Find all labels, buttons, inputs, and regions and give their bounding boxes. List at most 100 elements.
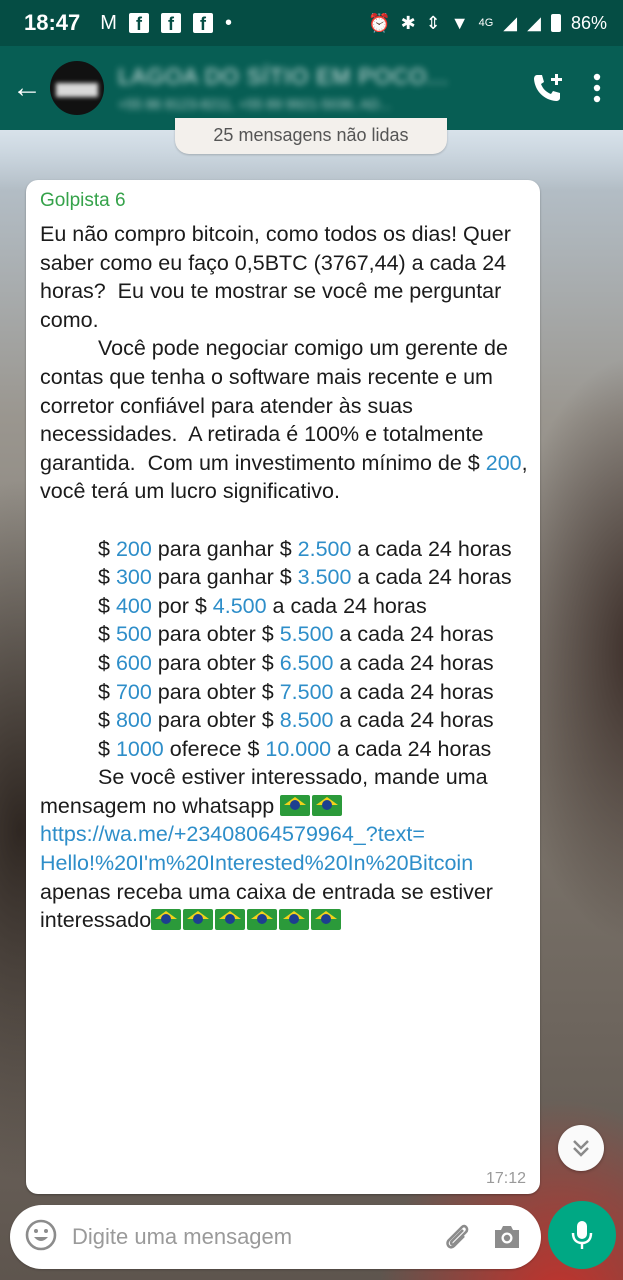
facebook-icon: f [192, 13, 213, 34]
brazil-flag-icon [247, 909, 278, 931]
offer-return: 5.500 [279, 622, 334, 647]
whatsapp-link[interactable]: https://wa.me/+23408064579964_?text= Hel… [40, 822, 473, 875]
offer-currency: $ [98, 736, 116, 761]
add-call-icon[interactable] [531, 72, 565, 104]
offer-period: a cada 24 horas [331, 736, 492, 761]
brazil-flag-icon [151, 909, 182, 931]
group-avatar[interactable] [50, 61, 104, 115]
chat-participants: +55 86 8123-8211, +55 89 9921-5036, AD..… [118, 96, 391, 112]
offer-connector: para obter $ [151, 679, 280, 704]
offer-line: $ 500 para obter $ 5.500 a cada 24 horas [40, 622, 494, 646]
offer-amount: 400 [115, 593, 152, 618]
offer-return: 4.500 [212, 593, 267, 618]
signal-icon: ◢ [527, 12, 541, 33]
brazil-flag-icon [280, 794, 311, 816]
brazil-flag-icon [183, 909, 214, 931]
offer-period: a cada 24 horas [351, 565, 512, 590]
offer-amount: 300 [115, 565, 152, 590]
message-bubble[interactable]: Golpista 6 Eu não compro bitcoin, como t… [26, 180, 540, 1194]
offer-line: $ 700 para obter $ 7.500 a cada 24 horas [40, 680, 494, 704]
network-type: 4G [478, 17, 494, 29]
offer-line: $ 200 para ganhar $ 2.500 a cada 24 hora… [40, 537, 512, 561]
brazil-flag-icon [311, 909, 342, 931]
battery-percent: 86% [570, 12, 607, 33]
offer-connector: para ganhar $ [151, 536, 298, 561]
closing-text: Se você estiver interessado, mande uma m… [40, 765, 494, 818]
offer-return: 7.500 [279, 679, 334, 704]
status-bar: 18:47 M f f f • ⏰ ✱ ⇕ ▼ 4G ◢ ◢ 86% [0, 0, 623, 46]
unread-messages-banner: 25 mensagens não lidas [175, 118, 447, 154]
wifi-icon: ▼ [450, 12, 469, 33]
offer-line: $ 1000 oferece $ 10.000 a cada 24 horas [40, 737, 491, 761]
alarm-icon: ⏰ [368, 12, 391, 33]
message-input[interactable] [70, 1223, 441, 1251]
offer-period: a cada 24 horas [351, 536, 512, 561]
offer-connector: para obter $ [151, 622, 280, 647]
message-text: Eu não compro bitcoin, como todos os dia… [40, 220, 530, 935]
offer-connector: oferece $ [163, 736, 266, 761]
facebook-icon: f [160, 13, 181, 34]
offer-amount: 600 [115, 650, 152, 675]
amount: 200 [485, 450, 522, 475]
bluetooth-icon: ✱ [400, 12, 416, 33]
voice-message-button[interactable] [548, 1201, 616, 1269]
offer-amount: 800 [115, 708, 152, 733]
link-part: Hello!%20I'm%20Interested%20In%20Bitcoin [40, 851, 474, 876]
offer-currency: $ [98, 565, 116, 590]
chat-title: LAGOA DO SÍTIO EM POCO... [118, 64, 449, 89]
status-time: 18:47 [24, 10, 81, 35]
offer-amount: 700 [115, 679, 152, 704]
message-intro: Eu não compro bitcoin, como todos os dia… [40, 222, 517, 332]
offer-return: 2.500 [297, 536, 352, 561]
offer-amount: 200 [115, 536, 152, 561]
data-arrows-icon: ⇕ [425, 12, 441, 33]
battery-icon [550, 14, 561, 32]
brazil-flag-icon [279, 909, 310, 931]
offer-period: a cada 24 horas [333, 622, 494, 647]
message-paragraph: Você pode negociar comigo um gerente de … [40, 336, 514, 475]
offer-currency: $ [98, 536, 116, 561]
offer-line: $ 400 por $ 4.500 a cada 24 horas [40, 594, 427, 618]
message-composer [10, 1205, 541, 1269]
offer-list: $ 200 para ganhar $ 2.500 a cada 24 hora… [40, 537, 512, 761]
gmail-icon: M [100, 11, 117, 34]
attach-icon[interactable] [441, 1221, 473, 1253]
offer-period: a cada 24 horas [266, 593, 427, 618]
offer-amount: 500 [115, 622, 152, 647]
dot-icon: • [224, 11, 232, 34]
offer-connector: por $ [151, 593, 213, 618]
offer-return: 6.500 [279, 650, 334, 675]
offer-currency: $ [98, 708, 116, 733]
offer-currency: $ [98, 622, 116, 647]
scroll-to-bottom-button[interactable] [558, 1125, 604, 1171]
emoji-icon[interactable] [24, 1218, 58, 1257]
camera-icon[interactable] [491, 1223, 523, 1251]
offer-line: $ 800 para obter $ 8.500 a cada 24 horas [40, 708, 494, 732]
offer-amount: 1000 [115, 736, 164, 761]
facebook-icon: f [128, 13, 149, 34]
offer-line: $ 300 para ganhar $ 3.500 a cada 24 hora… [40, 565, 512, 589]
brazil-flag-icon [215, 909, 246, 931]
offer-period: a cada 24 horas [333, 650, 494, 675]
message-sender: Golpista 6 [40, 190, 126, 211]
link-part: https://wa.me/+23408064579964_?text= [40, 822, 425, 847]
offer-connector: para ganhar $ [151, 565, 298, 590]
offer-currency: $ [98, 593, 116, 618]
chat-info[interactable]: LAGOA DO SÍTIO EM POCO... +55 86 8123-82… [118, 64, 531, 112]
signal-icon: ◢ [503, 12, 518, 33]
back-arrow-icon[interactable]: ← [4, 71, 50, 105]
offer-return: 10.000 [265, 736, 332, 761]
message-timestamp: 17:12 [485, 1170, 526, 1187]
more-options-icon[interactable] [593, 73, 601, 103]
double-chevron-down-icon [573, 1140, 589, 1157]
offer-return: 8.500 [279, 708, 334, 733]
offer-currency: $ [98, 679, 116, 704]
mic-icon [571, 1221, 593, 1249]
offer-return: 3.500 [297, 565, 352, 590]
brazil-flag-icon [312, 794, 343, 816]
offer-period: a cada 24 horas [333, 708, 494, 733]
offer-currency: $ [98, 650, 116, 675]
offer-connector: para obter $ [151, 708, 280, 733]
offer-period: a cada 24 horas [333, 679, 494, 704]
offer-line: $ 600 para obter $ 6.500 a cada 24 horas [40, 651, 494, 675]
